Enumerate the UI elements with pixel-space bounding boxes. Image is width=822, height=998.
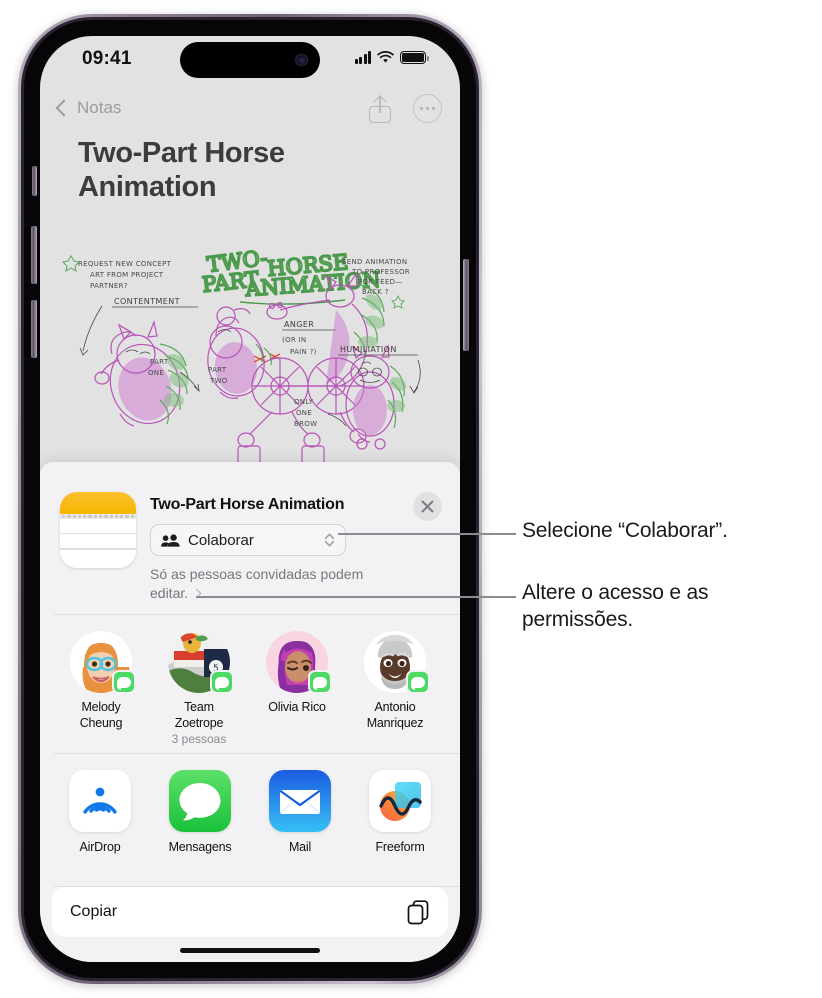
contact-team-zoetrope[interactable]: 5 Team Zoetrope 3 pessoas [160, 631, 238, 747]
note-title: Two-Part Horse Animation [78, 137, 285, 204]
phone-frame: 09:41 Notas Two-Part Horse Animation REQ… [18, 14, 482, 984]
status-clock: 09:41 [82, 48, 132, 69]
app-name: Mail [288, 840, 312, 854]
app-name: Freeform [375, 840, 425, 854]
svg-text:ART FROM PROJECT: ART FROM PROJECT [90, 271, 164, 279]
silence-switch[interactable] [32, 166, 37, 196]
close-icon[interactable] [413, 492, 442, 521]
nav-actions [369, 94, 442, 123]
contacts-row[interactable]: Melody Cheung 5 Team Zoetrope 3 pessoas … [40, 615, 460, 753]
svg-text:ONE: ONE [296, 409, 312, 417]
volume-down-button[interactable] [31, 300, 37, 358]
svg-text:PART: PART [150, 358, 169, 366]
svg-text:PAIN ?): PAIN ?) [290, 348, 317, 356]
collaborate-dropdown[interactable]: Colaborar [150, 524, 346, 556]
share-sheet-header: Two-Part Horse Animation Colaborar Só as… [40, 462, 460, 614]
svg-text:REQUEST NEW CONCEPT: REQUEST NEW CONCEPT [78, 260, 172, 268]
callout-select-colaborar: Selecione “Colaborar”. [522, 518, 814, 545]
callout-leader-2 [196, 596, 516, 598]
svg-text:PART: PART [208, 366, 227, 374]
app-mensagens[interactable]: Mensagens [162, 770, 238, 856]
volume-up-button[interactable] [31, 226, 37, 284]
contact-name: Antonio Manriquez [366, 700, 424, 730]
app-freeform[interactable]: Freeform [362, 770, 438, 856]
collaborate-label: Colaborar [188, 531, 254, 549]
svg-text:ONE: ONE [148, 369, 164, 377]
navigation-bar: Notas [40, 92, 460, 136]
people-group-icon [161, 533, 180, 547]
svg-text:(OR IN: (OR IN [282, 336, 306, 344]
messages-icon [169, 770, 231, 832]
svg-text:TO PROFESSOR: TO PROFESSOR [351, 268, 410, 276]
contact-antonio-manriquez[interactable]: Antonio Manriquez [356, 631, 434, 732]
svg-text:ONLY: ONLY [294, 398, 314, 406]
power-button[interactable] [463, 259, 469, 351]
cellular-signal-icon [354, 51, 371, 64]
home-indicator[interactable] [180, 948, 320, 953]
messages-badge-icon [406, 670, 430, 694]
share-sheet-title: Two-Part Horse Animation [150, 496, 345, 513]
contact-olivia-rico[interactable]: Olivia Rico [258, 631, 336, 716]
app-name: Mensagens [168, 840, 232, 854]
callout-change-access: Altere o acesso e as permissões. [522, 580, 812, 634]
actions-card: Copiar [52, 887, 448, 937]
app-name: AirDrop [79, 840, 121, 854]
svg-text:HUMILIATION: HUMILIATION [340, 345, 397, 354]
app-mail[interactable]: Mail [262, 770, 338, 856]
contact-partial[interactable]: P [454, 631, 460, 716]
mail-icon [269, 770, 331, 832]
share-icon[interactable] [369, 94, 391, 123]
back-label: Notas [77, 98, 122, 117]
up-down-chevron-icon [324, 533, 335, 547]
svg-text:PARTNER?: PARTNER? [90, 282, 128, 290]
wifi-icon [377, 51, 394, 63]
notes-app-icon [60, 492, 136, 568]
svg-text:BROW: BROW [294, 420, 317, 428]
back-to-notas-button[interactable]: Notas [55, 98, 122, 118]
freeform-icon [369, 770, 431, 832]
messages-badge-icon [210, 670, 234, 694]
contact-name: Olivia Rico [268, 700, 326, 714]
status-indicators [354, 51, 429, 64]
contact-melody-cheung[interactable]: Melody Cheung [62, 631, 140, 732]
svg-text:TWO: TWO [209, 377, 228, 385]
chevron-left-icon [55, 99, 73, 117]
svg-text:ANGER: ANGER [284, 320, 314, 329]
callout-text: Selecione “Colaborar”. [522, 519, 728, 542]
messages-badge-icon [308, 670, 332, 694]
svg-text:SEND ANIMATION: SEND ANIMATION [342, 258, 407, 266]
contact-sublabel: 3 pessoas [171, 731, 227, 746]
share-sheet: Two-Part Horse Animation Colaborar Só as… [40, 462, 460, 962]
more-options-icon[interactable] [413, 94, 442, 123]
action-copiar[interactable]: Copiar [52, 887, 448, 937]
contact-name: Melody Cheung [79, 700, 123, 730]
apps-row[interactable]: AirDrop Mensagens Mail Freeform [40, 754, 460, 886]
phone-screen: 09:41 Notas Two-Part Horse Animation REQ… [40, 36, 460, 962]
app-airdrop[interactable]: AirDrop [62, 770, 138, 856]
airdrop-icon [69, 770, 131, 832]
contact-name: P [454, 700, 460, 716]
battery-icon [400, 51, 429, 64]
messages-badge-icon [112, 670, 136, 694]
action-label: Copiar [70, 903, 118, 920]
svg-text:CONTENTMENT: CONTENTMENT [114, 297, 180, 306]
front-camera-icon [295, 53, 308, 67]
copy-icon [407, 899, 429, 924]
svg-text:FOR FEED—: FOR FEED— [358, 278, 403, 286]
callout-text: Altere o acesso e as permissões. [522, 581, 709, 631]
contact-name: Team Zoetrope [174, 700, 224, 730]
callout-leader-1 [338, 533, 516, 535]
status-bar: 09:41 [40, 36, 460, 90]
screenshot-root: 09:41 Notas Two-Part Horse Animation REQ… [0, 0, 822, 998]
dynamic-island [180, 42, 320, 78]
